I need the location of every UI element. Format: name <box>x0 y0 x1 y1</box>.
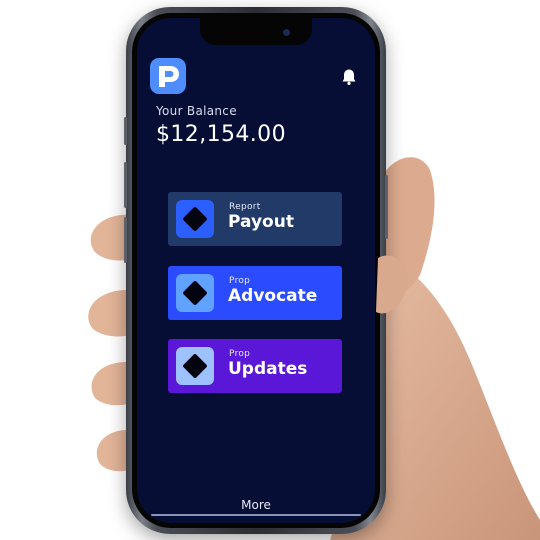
card-icon-tile <box>176 274 214 312</box>
card-icon-tile <box>176 200 214 238</box>
more-button[interactable]: More <box>137 498 375 512</box>
phone-side-button <box>124 117 127 145</box>
phone-side-button <box>124 162 127 208</box>
card-title: Advocate <box>228 286 318 306</box>
bell-icon[interactable] <box>340 68 358 86</box>
card-title: Payout <box>228 212 294 232</box>
app-screen: Your Balance $12,154.00 Report Payout Pr… <box>137 18 375 523</box>
diamond-icon <box>182 353 208 379</box>
prop-updates-button[interactable]: Prop Updates <box>168 339 342 393</box>
phone-side-button <box>124 217 127 263</box>
card-subtitle: Prop <box>229 276 251 286</box>
phone-side-button <box>385 175 388 239</box>
phone-frame: Your Balance $12,154.00 Report Payout Pr… <box>124 7 388 534</box>
card-subtitle: Prop <box>229 349 251 359</box>
diamond-icon <box>182 206 208 232</box>
diamond-icon <box>182 280 208 306</box>
logo-p-mark <box>159 66 179 87</box>
card-title: Updates <box>228 359 308 379</box>
report-payout-button[interactable]: Report Payout <box>168 192 342 246</box>
balance-value: $12,154.00 <box>156 122 286 147</box>
home-indicator <box>151 514 361 516</box>
phone-notch <box>200 18 312 45</box>
app-logo[interactable] <box>150 58 186 94</box>
prop-advocate-button[interactable]: Prop Advocate <box>168 266 342 320</box>
camera-dot <box>283 29 290 36</box>
balance-label: Your Balance <box>156 104 237 118</box>
card-subtitle: Report <box>229 202 261 212</box>
card-icon-tile <box>176 347 214 385</box>
